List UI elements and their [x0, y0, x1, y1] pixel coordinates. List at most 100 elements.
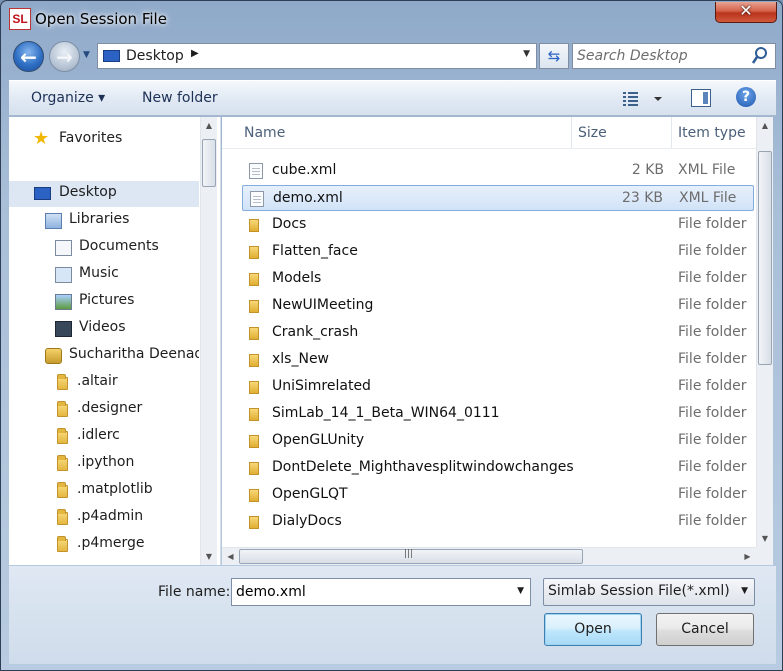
xml-file-icon — [249, 163, 263, 179]
file-name: UniSimrelated — [272, 378, 371, 394]
sidebar-item-matplotlib[interactable]: .matplotlib — [9, 478, 199, 504]
sidebar-item-libraries[interactable]: Libraries — [9, 208, 199, 234]
scrollbar-thumb[interactable]: ||| — [239, 549, 583, 564]
search-box[interactable] — [572, 43, 776, 69]
file-row[interactable]: Models File folder — [242, 266, 754, 292]
search-input[interactable] — [577, 46, 747, 66]
breadcrumb-arrow-icon[interactable]: ▶ — [191, 48, 199, 59]
file-row[interactable]: Crank_crash File folder — [242, 320, 754, 346]
column-header-size[interactable]: Size — [572, 117, 672, 149]
file-name-combobox[interactable]: ▼ — [231, 578, 531, 606]
sidebar-item-desktop[interactable]: Desktop — [9, 181, 199, 207]
pictures-icon — [55, 294, 72, 310]
dialog-footer: File name: ▼ Simlab Session File(*.xml) … — [9, 566, 776, 664]
sidebar-item-favorites[interactable]: ★ Favorites — [9, 127, 199, 153]
sidebar-item-altair[interactable]: .altair — [9, 370, 199, 396]
scroll-down-icon[interactable]: ▼ — [201, 548, 217, 565]
sidebar-item-label: Pictures — [79, 292, 135, 308]
sidebar-item-p4admin[interactable]: .p4admin — [9, 505, 199, 531]
folder-icon — [249, 246, 259, 259]
cancel-button[interactable]: Cancel — [656, 613, 754, 646]
sidebar-item-ipython[interactable]: .ipython — [9, 451, 199, 477]
sidebar-item-label: .matplotlib — [77, 481, 153, 497]
file-row[interactable]: SimLab_14_1_Beta_WIN64_0111 File folder — [242, 401, 754, 427]
organize-menu-button[interactable]: Organize ▾ — [31, 90, 105, 106]
sidebar-item-pictures[interactable]: Pictures — [9, 289, 199, 315]
preview-pane-button[interactable] — [691, 89, 711, 107]
file-type-select[interactable]: Simlab Session File(*.xml) ▼ — [543, 578, 755, 606]
close-button[interactable]: ✕ — [715, 1, 777, 23]
column-header-item-type[interactable]: Item type — [672, 117, 756, 149]
file-row[interactable]: Flatten_face File folder — [242, 239, 754, 265]
sidebar-item-label: .p4admin — [77, 508, 144, 524]
close-icon: ✕ — [739, 1, 753, 20]
folder-icon — [249, 408, 259, 421]
folder-icon — [57, 401, 68, 417]
file-name: Crank_crash — [272, 324, 359, 340]
file-row[interactable]: Docs File folder — [242, 212, 754, 238]
new-folder-button[interactable]: New folder — [142, 90, 218, 106]
help-icon[interactable]: ? — [736, 87, 756, 107]
scroll-left-icon[interactable]: ◀ — [222, 548, 239, 565]
navigation-pane: ★ Favorites Desktop Libraries Documents … — [9, 117, 221, 565]
videos-icon — [55, 321, 72, 337]
file-name-input[interactable] — [236, 582, 496, 602]
sidebar-item-documents[interactable]: Documents — [9, 235, 199, 261]
back-button[interactable]: ← — [13, 41, 44, 72]
file-row[interactable]: demo.xml 23 KB XML File — [242, 185, 754, 211]
recent-locations-dropdown[interactable]: ▼ — [83, 50, 95, 64]
title-bar[interactable]: SL Open Session File ✕ — [1, 1, 782, 37]
sidebar-item-idlerc[interactable]: .idlerc — [9, 424, 199, 450]
refresh-icon: ⇆ — [547, 47, 561, 65]
scrollbar-thumb[interactable] — [758, 151, 772, 365]
file-row[interactable]: OpenGLUnity File folder — [242, 428, 754, 454]
file-name: Flatten_face — [272, 243, 358, 259]
chevron-down-icon: ▼ — [83, 50, 90, 60]
search-icon[interactable] — [751, 46, 769, 66]
address-dropdown-icon[interactable]: ▼ — [523, 49, 530, 59]
open-button[interactable]: Open — [544, 613, 642, 646]
sidebar-item-designer[interactable]: .designer — [9, 397, 199, 423]
file-list-vertical-scrollbar[interactable]: ▲ ▼ — [756, 117, 773, 547]
sidebar-item-music[interactable]: Music — [9, 262, 199, 288]
file-row[interactable]: NewUIMeeting File folder — [242, 293, 754, 319]
folder-icon — [57, 428, 68, 444]
scroll-up-icon[interactable]: ▲ — [201, 117, 217, 134]
file-row[interactable]: cube.xml 2 KB XML File — [242, 158, 754, 184]
forward-button[interactable]: → — [49, 41, 80, 72]
file-row[interactable]: DialyDocs File folder — [242, 509, 754, 535]
scrollbar-corner — [756, 547, 773, 565]
window-title: Open Session File — [35, 10, 167, 28]
user-folder-icon — [45, 348, 62, 364]
sidebar-item-label: Sucharitha Deenada — [69, 346, 199, 362]
scrollbar-thumb[interactable] — [202, 139, 216, 187]
file-row[interactable]: xls_New File folder — [242, 347, 754, 373]
sidebar-item-label: Libraries — [69, 211, 130, 227]
navigation-pane-scrollbar[interactable]: ▲ ▼ — [200, 117, 217, 565]
scroll-down-icon[interactable]: ▼ — [757, 530, 773, 547]
file-item-type: File folder — [678, 297, 747, 313]
chevron-down-icon[interactable]: ▼ — [517, 586, 524, 596]
sidebar-item-label: Videos — [79, 319, 126, 335]
address-bar[interactable]: Desktop ▶ ▼ — [97, 43, 537, 69]
sidebar-item-p4merge[interactable]: .p4merge — [9, 532, 199, 558]
back-arrow-icon: ← — [20, 45, 37, 69]
file-item-type: XML File — [678, 162, 736, 178]
libraries-icon — [45, 213, 62, 229]
file-row[interactable]: DontDelete_Mighthavesplitwindowchanges Fi… — [242, 455, 754, 481]
file-name-label: File name: — [158, 584, 231, 600]
file-row[interactable]: UniSimrelated File folder — [242, 374, 754, 400]
file-list-horizontal-scrollbar[interactable]: ◀ ||| ▶ — [222, 547, 756, 565]
scroll-right-icon[interactable]: ▶ — [739, 548, 756, 565]
change-view-icon[interactable] — [621, 89, 669, 109]
sidebar-item-user-folder[interactable]: Sucharitha Deenada — [9, 343, 199, 369]
sidebar-item-videos[interactable]: Videos — [9, 316, 199, 342]
scroll-up-icon[interactable]: ▲ — [757, 117, 773, 134]
file-row[interactable]: OpenGLQT File folder — [242, 482, 754, 508]
column-header-name[interactable]: Name — [222, 117, 572, 149]
address-location[interactable]: Desktop — [126, 48, 184, 64]
refresh-button[interactable]: ⇆ — [539, 43, 569, 69]
folder-icon — [57, 536, 68, 552]
file-item-type: File folder — [678, 324, 747, 340]
xml-file-icon — [250, 191, 264, 207]
